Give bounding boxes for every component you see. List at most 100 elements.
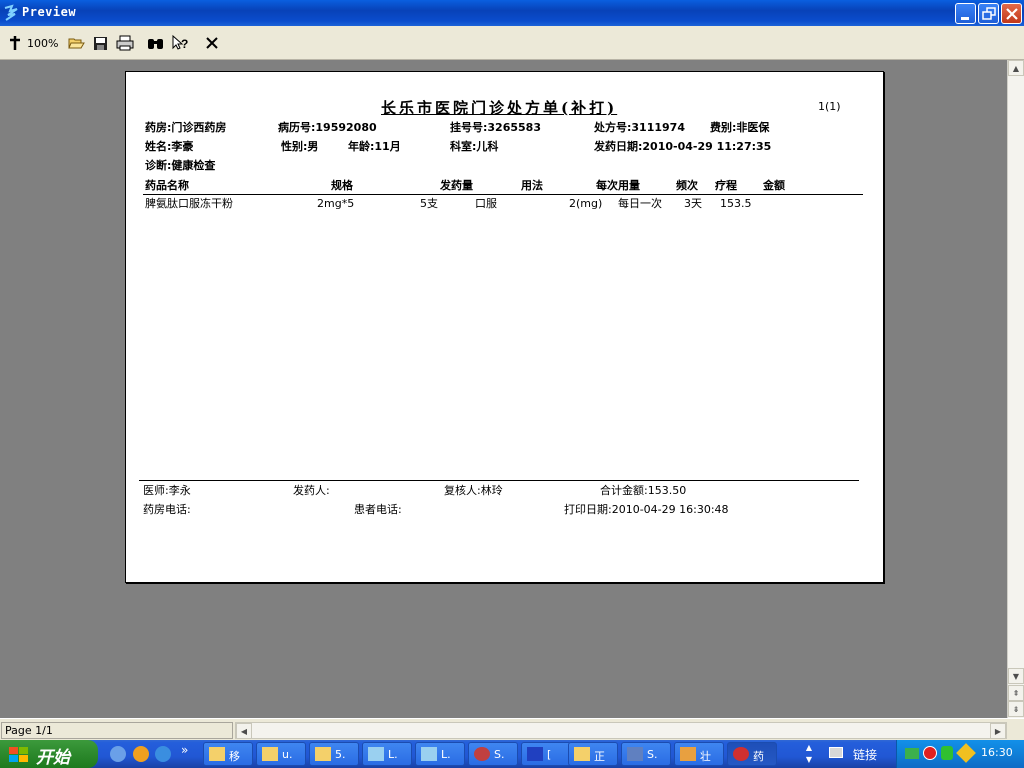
task-button[interactable]: L. (362, 742, 412, 766)
row-dose: 2(mg) (569, 197, 603, 210)
scroll-right-button[interactable]: ▶ (990, 723, 1006, 739)
row-amount: 153.5 (720, 197, 752, 210)
vertical-scrollbar[interactable]: ▲ ▼ ⇞ ⇟ (1007, 60, 1024, 718)
document-icon (368, 747, 384, 761)
print-date: 打印日期:2010-04-29 16:30:48 (564, 503, 729, 516)
taskbar: 开始 » 移 u. 5. L. L. S. [ 正 S. 壮 药 ▲ ▼ 链接 1… (0, 740, 1024, 768)
task-button[interactable]: S. (621, 742, 671, 766)
toolbar: 100% ? (0, 26, 1024, 60)
footer-rule (139, 480, 859, 481)
row-drug: 脾氨肽口服冻干粉 (145, 197, 233, 210)
task-button[interactable]: 5. (309, 742, 359, 766)
taskbar-scroll-icon[interactable]: ▲ ▼ (803, 742, 815, 766)
task-button-active[interactable]: 药 (727, 742, 777, 766)
horizontal-scrollbar[interactable]: ◀ ▶ (235, 722, 1007, 739)
cross-icon (10, 36, 20, 50)
preview-area: 长乐市医院门诊处方单(补打) 1(1) 药房:门诊西药房 病历号:1959208… (0, 60, 1007, 718)
task-button[interactable]: S. (468, 742, 518, 766)
rx-no: 处方号:3111974 (594, 121, 685, 134)
patient-phone: 患者电话: (354, 503, 402, 516)
col-spec: 规格 (331, 179, 353, 192)
doctor: 医师:李永 (143, 484, 191, 497)
open-button[interactable] (68, 34, 85, 52)
save-icon (94, 36, 107, 50)
scroll-down-button[interactable]: ▼ (1008, 668, 1024, 684)
quicklaunch-desktop-icon[interactable] (110, 746, 126, 762)
monitor-icon (627, 747, 643, 761)
patient-gender: 性别:男 (281, 140, 319, 153)
network-icon[interactable] (905, 748, 919, 759)
task-button[interactable]: [ (521, 742, 571, 766)
report-title: 长乐市医院门诊处方单(补打) (381, 99, 618, 117)
zoom-level[interactable]: 100% (27, 37, 58, 50)
document-icon (421, 747, 437, 761)
links-toolbar[interactable]: 链接 (853, 746, 877, 763)
windows-flag-icon (9, 747, 28, 762)
close-window-button[interactable] (1001, 3, 1022, 24)
col-frequency: 频次 (676, 179, 698, 192)
folder-icon (315, 747, 331, 761)
fee-type: 费别:非医保 (710, 121, 770, 134)
help-cursor-icon: ? (172, 34, 188, 51)
patient-age: 年龄:11月 (348, 140, 401, 153)
row-quantity: 5支 (420, 197, 438, 210)
task-button[interactable]: 移 (203, 742, 253, 766)
restore-button[interactable] (978, 3, 999, 24)
col-quantity: 发药量 (440, 179, 473, 192)
app-icon (3, 4, 21, 22)
patient-name: 姓名:李豪 (145, 140, 194, 153)
stop-icon[interactable] (923, 746, 937, 760)
row-usage: 口服 (475, 197, 497, 210)
row-course: 3天 (684, 197, 702, 210)
warning-icon[interactable] (956, 743, 976, 763)
minimize-button[interactable] (955, 3, 976, 24)
total-amount: 合计金额:153.50 (600, 484, 687, 497)
quicklaunch-expand-icon[interactable]: » (181, 743, 188, 757)
help-button[interactable]: ? (171, 34, 189, 52)
window-title: Preview (22, 5, 77, 19)
print-icon (116, 35, 134, 51)
clock: 16:30 (981, 746, 1013, 759)
security-icon[interactable] (941, 746, 953, 760)
col-usage: 用法 (521, 179, 543, 192)
folder-icon (262, 747, 278, 761)
zoom-button[interactable] (8, 34, 24, 52)
report-page: 长乐市医院门诊处方单(补打) 1(1) 药房:门诊西药房 病历号:1959208… (125, 71, 884, 583)
next-page-button[interactable]: ⇟ (1008, 701, 1024, 717)
task-button[interactable]: 壮 (674, 742, 724, 766)
task-button[interactable]: 正 (568, 742, 618, 766)
scroll-up-button[interactable]: ▲ (1008, 60, 1024, 76)
row-spec: 2mg*5 (317, 197, 355, 210)
status-bar: Page 1/1 ◀ ▶ (0, 718, 1024, 740)
page-number: 1(1) (818, 100, 841, 113)
print-button[interactable] (116, 34, 134, 52)
svg-text:?: ? (181, 37, 188, 51)
pharmacy-phone: 药房电话: (143, 503, 191, 516)
quicklaunch-media-icon[interactable] (133, 746, 149, 762)
diagnosis: 诊断:健康检查 (145, 159, 216, 172)
system-tray: 16:30 (896, 740, 1024, 768)
start-label: 开始 (36, 748, 70, 768)
start-button[interactable]: 开始 (0, 740, 98, 768)
col-drug-name: 药品名称 (145, 179, 189, 192)
col-amount: 金额 (763, 179, 785, 192)
keyboard-icon[interactable] (829, 747, 843, 758)
find-button[interactable] (147, 34, 165, 52)
department: 科室:儿科 (450, 140, 499, 153)
task-button[interactable]: u. (256, 742, 306, 766)
scroll-left-button[interactable]: ◀ (236, 723, 252, 739)
folder-icon (574, 747, 590, 761)
prev-page-button[interactable]: ⇞ (1008, 685, 1024, 701)
app-icon (733, 747, 749, 761)
page-indicator: Page 1/1 (1, 722, 233, 739)
pharmacy: 药房:门诊西药房 (145, 121, 227, 134)
quicklaunch-ie-icon[interactable] (155, 746, 171, 762)
record-no: 病历号:19592080 (278, 121, 377, 134)
app-icon (680, 747, 696, 761)
pen-icon (527, 747, 543, 761)
close-preview-button[interactable] (205, 34, 219, 52)
task-button[interactable]: L. (415, 742, 465, 766)
dispense-date: 发药日期:2010-04-29 11:27:35 (594, 140, 772, 153)
dispenser: 发药人: (293, 484, 330, 497)
save-button[interactable] (93, 34, 108, 52)
